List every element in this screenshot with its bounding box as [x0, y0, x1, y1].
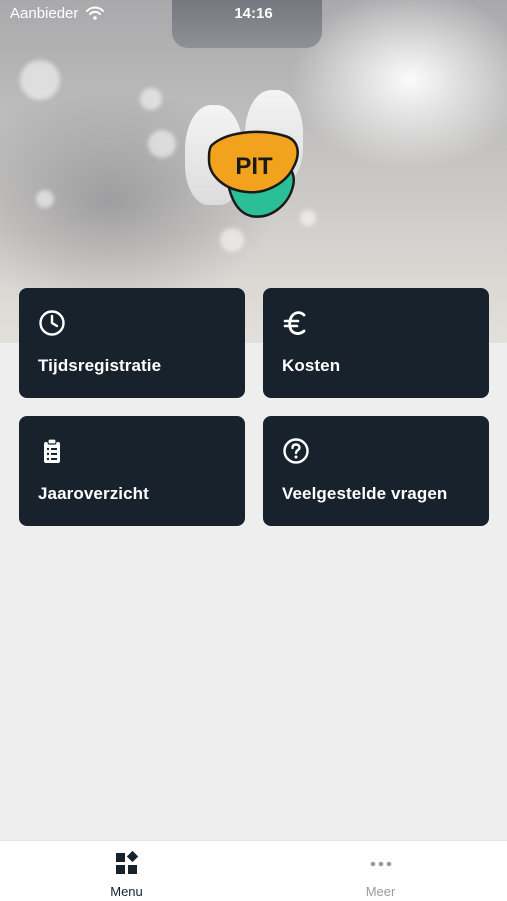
tile-label: Veelgestelde vragen — [282, 484, 448, 503]
euro-icon — [283, 311, 306, 335]
tile-label: Kosten — [282, 356, 341, 375]
tile-label: Jaaroverzicht — [38, 484, 149, 503]
tile-label: Tijdsregistratie — [38, 356, 162, 375]
tab-meer[interactable]: Meer — [254, 841, 507, 901]
clipboard-list-icon — [44, 438, 60, 463]
status-bar: Aanbieder 14:16 — [0, 0, 507, 28]
tab-label: Menu — [110, 884, 143, 899]
tab-label: Meer — [365, 884, 396, 899]
clock-icon — [39, 310, 65, 336]
tile-veelgestelde-vragen[interactable]: Veelgestelde vragen — [263, 416, 489, 526]
more-dots-icon — [370, 861, 392, 867]
tile-kosten[interactable]: Kosten — [263, 288, 489, 398]
tab-bar: Menu Meer — [0, 840, 507, 901]
svg-text:PIT: PIT — [235, 153, 273, 180]
tab-menu[interactable]: Menu — [0, 841, 253, 901]
pit-logo: PIT — [207, 130, 299, 218]
tile-jaaroverzicht[interactable]: Jaaroverzicht — [19, 416, 245, 526]
question-circle-icon — [283, 438, 309, 464]
grid-icon — [116, 851, 139, 874]
status-time: 14:16 — [234, 5, 273, 22]
tile-tijdsregistratie[interactable]: Tijdsregistratie — [19, 288, 245, 398]
